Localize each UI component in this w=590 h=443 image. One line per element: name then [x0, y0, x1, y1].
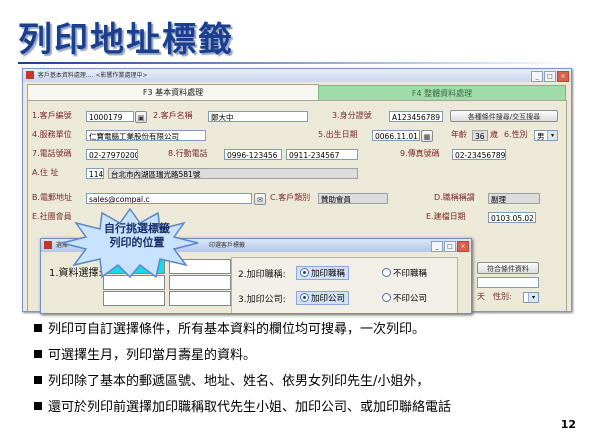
fax-label: 9.傳真號碼: [400, 149, 440, 158]
matching-data-button[interactable]: 符合條件資料: [477, 262, 539, 274]
cust-no-label: 1.客戶編號: [32, 111, 72, 120]
email-label: B.電郵地址: [32, 193, 73, 202]
radio-off-icon: [382, 268, 391, 277]
side-panel: 符合條件資料 天 性別: ▾: [470, 258, 545, 310]
bullet-square-icon: [34, 402, 42, 410]
minimize-icon[interactable]: _: [431, 241, 443, 252]
bullet-text: 列印除了基本的郵遞區號、地址、姓名、依男女列印先生/小姐外，: [48, 374, 430, 389]
cust-no-lookup-button[interactable]: ▣: [135, 111, 147, 123]
bullet-text: 可選擇生月，列印當月壽星的資料。: [48, 348, 257, 363]
address-label: A.住 址: [32, 168, 59, 177]
phone-label: 7.電話號碼: [32, 149, 72, 158]
add-title-label: 2.加印職稱:: [238, 270, 286, 280]
fax-field[interactable]: 02-23456789: [452, 149, 506, 160]
mobile-field[interactable]: 0996-123456: [224, 149, 282, 160]
side-label-a: 天: [477, 292, 485, 301]
print-options-box: 2.加印職稱: 加印職稱 不印職稱 3.加印公司: 加印公司 不印公司: [231, 257, 458, 313]
app-icon: [26, 71, 34, 79]
gender-value: 男: [537, 132, 545, 141]
add-company-radio[interactable]: 加印公司: [296, 291, 350, 305]
radio-on-icon: [300, 268, 309, 277]
radio-off-icon: [382, 293, 391, 302]
birth-field[interactable]: 0066.11.01: [372, 130, 420, 141]
close-icon[interactable]: ×: [557, 71, 569, 82]
label-cell[interactable]: [103, 291, 165, 306]
bullet-square-icon: [34, 376, 42, 384]
no-company-text: 不印公司: [393, 294, 428, 304]
bullet-item: 還可於列印前選擇加印職稱取代先生小姐、加印公司、或加印聯絡電話: [34, 396, 451, 415]
chevron-down-icon: ▾: [547, 131, 557, 140]
add-title-radio[interactable]: 加印職稱: [296, 266, 350, 280]
window-titlebar: 客戶基本資料處理.... <影響作業處理中> _ □ ×: [23, 69, 571, 82]
cust-name-label: 2.客戶名稱: [153, 111, 193, 120]
age-label: 年齡: [451, 130, 467, 139]
bullet-text: 列印可自訂選擇條件，所有基本資料的欄位均可搜尋，一次列印。: [48, 322, 426, 337]
window-controls: _ □ ×: [530, 70, 569, 83]
page-number: 12: [560, 418, 576, 431]
title-label: D.職稱稱謂: [434, 193, 475, 202]
id-label: 3.身分證號: [332, 111, 372, 120]
dialog-controls: _ □ ×: [430, 240, 469, 253]
app-icon: [44, 241, 52, 249]
dialog-title-right: 印選客戶標籤: [209, 242, 246, 249]
id-field[interactable]: A123456789: [389, 111, 443, 122]
bullet-square-icon: [34, 324, 42, 332]
side-field[interactable]: [477, 277, 539, 288]
maximize-icon[interactable]: □: [444, 241, 456, 252]
slide-title: 列印地址標籤: [18, 20, 234, 60]
tab-basic-data[interactable]: F3 基本資料處理: [27, 84, 319, 101]
no-company-radio[interactable]: 不印公司: [382, 292, 427, 304]
address-field[interactable]: 台北市內湖區瑞光路581號: [108, 168, 358, 179]
bullet-item: 可選擇生月，列印當月壽星的資料。: [34, 344, 256, 363]
add-title-text: 加印職稱: [311, 269, 346, 279]
no-title-text: 不印職稱: [393, 269, 428, 279]
mobile-label: 8.行動電話: [168, 149, 208, 158]
callout-text: 自行挑選標籤 列印的位置: [82, 222, 192, 250]
cust-no-field[interactable]: 1000179: [86, 111, 134, 122]
email-icon[interactable]: ✉: [254, 193, 266, 205]
close-icon[interactable]: ×: [457, 241, 469, 252]
window-title: 客戶基本資料處理.... <影響作業處理中>: [37, 72, 148, 79]
side-label-b: 性別:: [493, 292, 512, 301]
search-button[interactable]: 各種條件搜尋/交互搜尋: [450, 110, 558, 122]
title-field[interactable]: 副理: [488, 193, 540, 204]
company-field[interactable]: 仁寶電腦工業股份有限公司: [86, 130, 206, 141]
minimize-icon[interactable]: _: [531, 71, 543, 82]
title-divider: [18, 62, 578, 64]
maximize-icon[interactable]: □: [544, 71, 556, 82]
company-label: 4.服務單位: [32, 130, 72, 139]
email-field[interactable]: sales@compal.c: [86, 193, 252, 204]
age-unit: 歲: [490, 130, 498, 139]
radio-on-icon: [300, 293, 309, 302]
bullet-text: 還可於列印前選擇加印職稱取代先生小姐、加印公司、或加印聯絡電話: [48, 400, 452, 415]
type-label: C.客戶類別: [270, 193, 311, 202]
chevron-down-icon: ▾: [528, 293, 538, 302]
cust-name-field[interactable]: 鄭大中: [208, 111, 308, 122]
type-field[interactable]: 贊助會員: [318, 193, 388, 204]
gender-label: 6.性別: [504, 130, 528, 139]
bullet-square-icon: [34, 350, 42, 358]
label-cell[interactable]: [169, 291, 231, 306]
no-title-radio[interactable]: 不印職稱: [382, 267, 427, 279]
side-gender-select[interactable]: ▾: [523, 292, 539, 303]
phone-field[interactable]: 02-27970200: [86, 149, 138, 160]
callout-line2: 列印的位置: [109, 236, 165, 249]
zip-field[interactable]: 114: [86, 168, 104, 179]
calendar-icon[interactable]: ▦: [421, 130, 433, 142]
age-field: 36: [472, 130, 488, 141]
birth-label: 5.出生日期: [318, 130, 358, 139]
created-label: E.建檔日期: [426, 212, 466, 221]
gender-select[interactable]: 男 ▾: [534, 130, 558, 141]
callout-line1: 自行挑選標籤: [104, 222, 170, 235]
created-field[interactable]: 0103.05.02: [488, 212, 536, 223]
add-company-text: 加印公司: [311, 294, 346, 304]
bullet-item: 列印可自訂選擇條件，所有基本資料的欄位均可搜尋，一次列印。: [34, 318, 425, 337]
add-company-label: 3.加印公司:: [238, 295, 286, 305]
mobile2-field[interactable]: 0911-234567: [286, 149, 358, 160]
bullet-item: 列印除了基本的郵遞區號、地址、姓名、依男女列印先生/小姐外，: [34, 370, 429, 389]
